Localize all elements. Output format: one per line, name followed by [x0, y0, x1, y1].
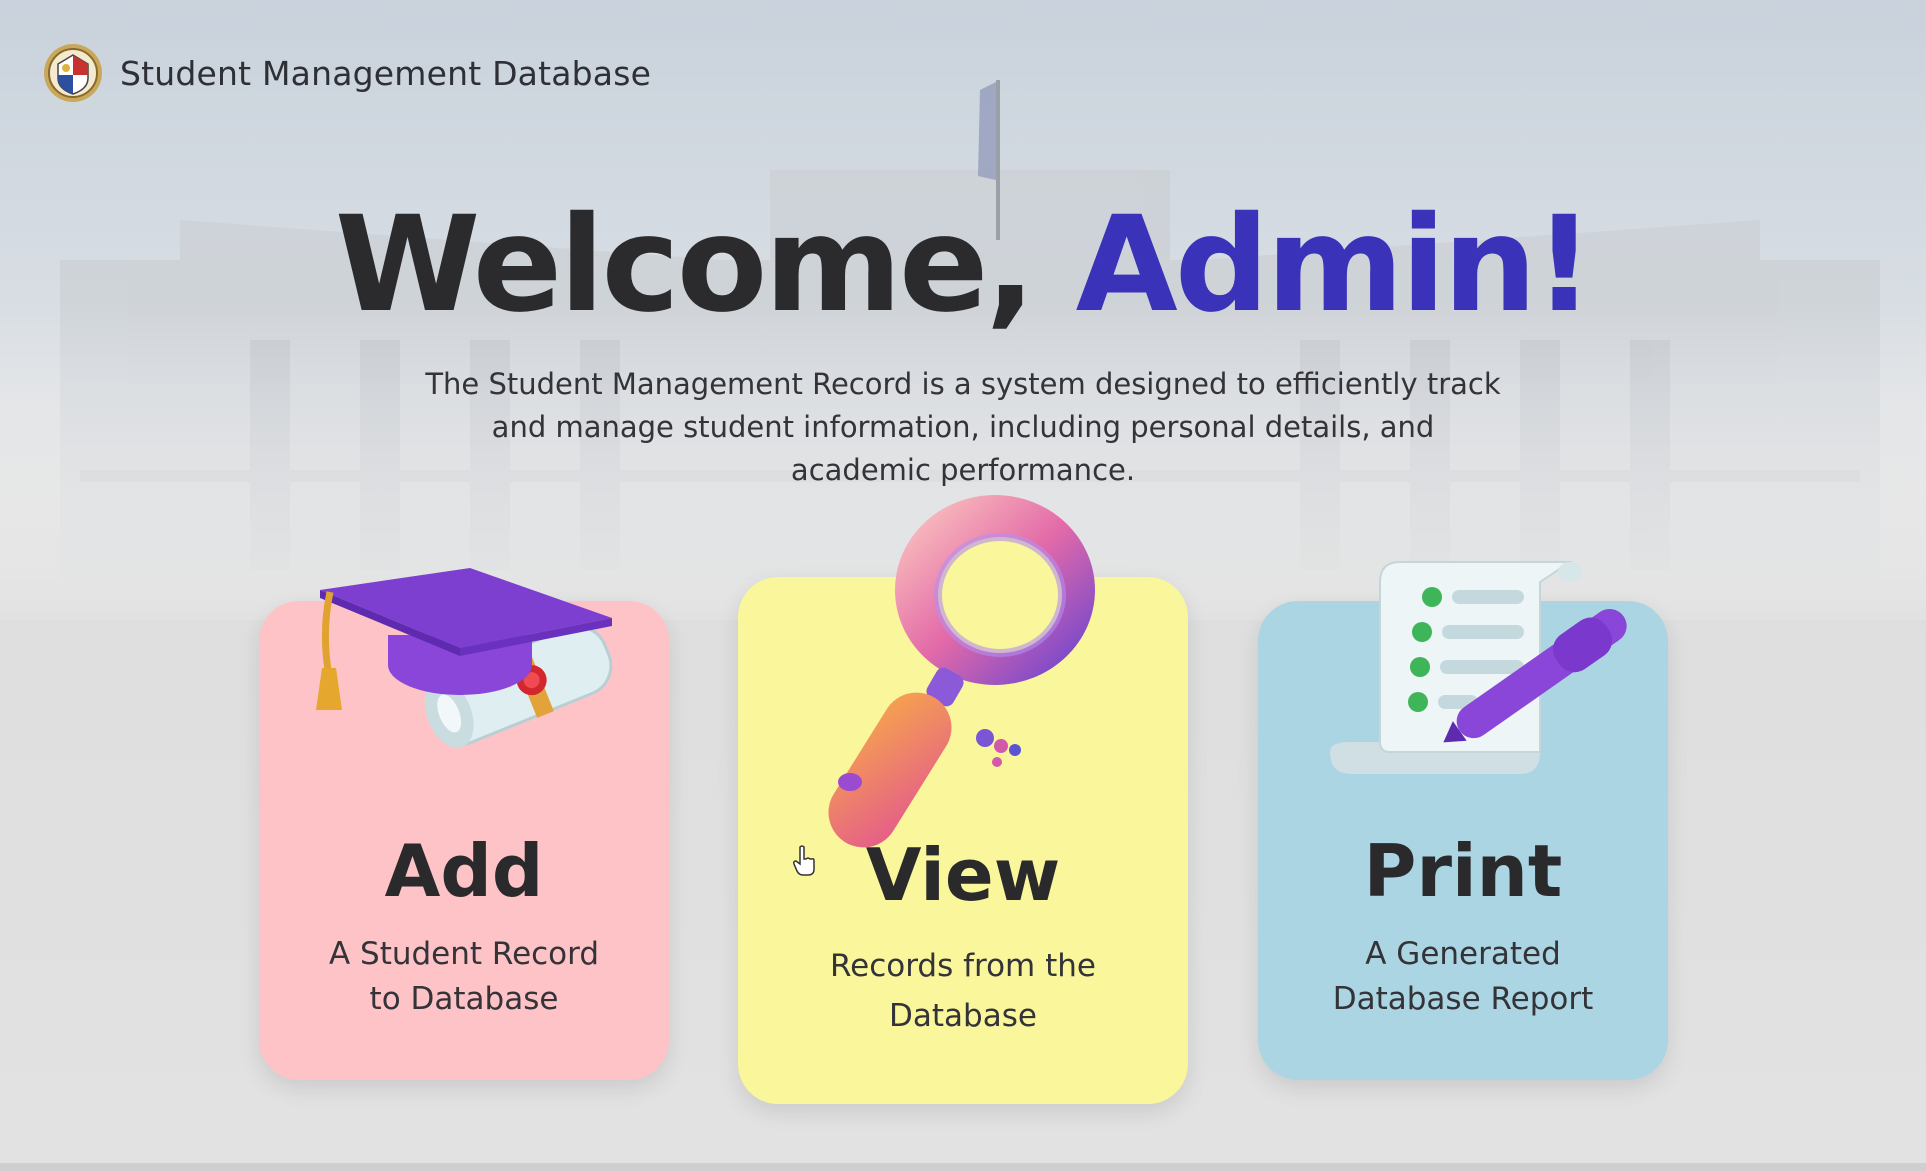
add-card-title: Add [384, 829, 544, 913]
mouse-cursor-icon [793, 845, 815, 876]
add-card-description: A Student Record to Database [289, 932, 639, 1022]
dashboard-page: Student Management Database Welcome, Adm… [0, 0, 1926, 1171]
app-header: Student Management Database [42, 42, 651, 104]
view-desc-line-1: Records from the [830, 948, 1096, 984]
intro-description: The Student Management Record is a syste… [413, 363, 1513, 492]
welcome-name: Admin! [1075, 188, 1595, 342]
report-document-pen-icon [1330, 561, 1627, 774]
print-desc-line-2: Database Report [1332, 981, 1594, 1017]
bottom-edge [0, 1163, 1926, 1171]
print-desc-line-1: A Generated [1365, 936, 1561, 972]
add-desc-line-2: to Database [369, 981, 559, 1017]
view-card-description: Records from the Database [768, 941, 1158, 1041]
graduation-cap-diploma-icon [316, 568, 613, 748]
print-card-description: A Generated Database Report [1288, 932, 1638, 1022]
intro-line-2: and manage student information, includin… [491, 410, 1435, 444]
add-desc-line-1: A Student Record [328, 936, 600, 972]
view-desc-line-2: Database [889, 998, 1037, 1034]
magnifying-glass-icon [828, 495, 1095, 848]
intro-line-1: The Student Management Record is a syste… [425, 367, 1501, 401]
welcome-prefix: Welcome, [334, 188, 1076, 342]
university-seal-icon [44, 44, 102, 102]
print-card-title: Print [1363, 829, 1563, 913]
app-title: Student Management Database [120, 53, 652, 93]
welcome-heading: Welcome, Admin! [0, 188, 1926, 342]
